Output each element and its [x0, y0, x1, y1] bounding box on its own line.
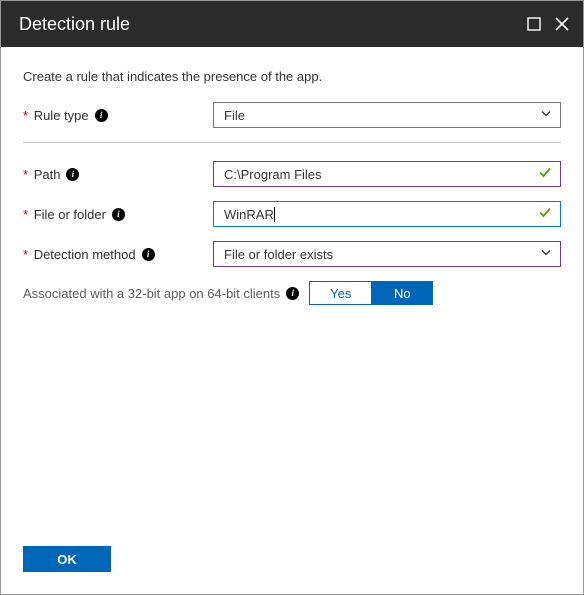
intro-text: Create a rule that indicates the presenc…: [23, 69, 561, 84]
rule-type-select[interactable]: File: [213, 102, 561, 128]
row-file-or-folder: * File or folder i WinRAR: [23, 201, 561, 227]
info-icon[interactable]: i: [66, 168, 79, 181]
divider: [23, 142, 561, 143]
row-rule-type: * Rule type i File: [23, 102, 561, 128]
info-icon[interactable]: i: [95, 109, 108, 122]
text-cursor: [274, 207, 275, 222]
chevron-down-icon: [540, 108, 552, 123]
panel-content: Create a rule that indicates the presenc…: [1, 47, 583, 546]
file-or-folder-input[interactable]: WinRAR: [213, 201, 561, 227]
label-rule-type: * Rule type i: [23, 108, 213, 123]
toggle-no-button[interactable]: No: [371, 281, 433, 305]
row-detection-method: * Detection method i File or folder exis…: [23, 241, 561, 267]
toggle-32bit: Yes No: [309, 281, 433, 305]
row-path: * Path i C:\Program Files: [23, 161, 561, 187]
label-detection-method: * Detection method i: [23, 247, 213, 262]
label-32bit: Associated with a 32-bit app on 64-bit c…: [23, 286, 299, 301]
path-input[interactable]: C:\Program Files: [213, 161, 561, 187]
info-icon[interactable]: i: [142, 248, 155, 261]
check-icon: [538, 206, 552, 223]
toggle-yes-button[interactable]: Yes: [309, 281, 371, 305]
maximize-icon[interactable]: [527, 17, 541, 31]
label-path: * Path i: [23, 167, 213, 182]
check-icon: [538, 166, 552, 183]
row-32bit-toggle: Associated with a 32-bit app on 64-bit c…: [23, 281, 561, 305]
chevron-down-icon: [540, 247, 552, 262]
label-file-or-folder: * File or folder i: [23, 207, 213, 222]
info-icon[interactable]: i: [286, 287, 299, 300]
panel-footer: OK: [1, 546, 583, 594]
close-icon[interactable]: [555, 17, 569, 31]
detection-method-select[interactable]: File or folder exists: [213, 241, 561, 267]
panel-title: Detection rule: [19, 14, 130, 35]
info-icon[interactable]: i: [112, 208, 125, 221]
ok-button[interactable]: OK: [23, 546, 111, 572]
panel-header: Detection rule: [1, 1, 583, 47]
detection-rule-panel: Detection rule Create a rule that indica…: [0, 0, 584, 595]
header-controls: [527, 17, 569, 31]
